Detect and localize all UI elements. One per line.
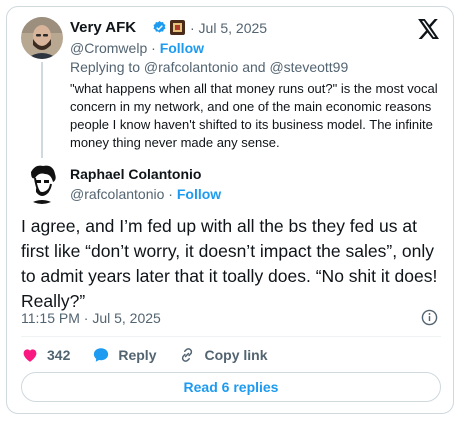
read-replies-button[interactable]: Read 6 replies bbox=[21, 372, 441, 402]
main-author-handle[interactable]: @rafcolantonio bbox=[70, 186, 164, 202]
separator-dot: · bbox=[168, 186, 177, 202]
avatar-raphael[interactable] bbox=[21, 162, 63, 204]
separator-dot: · bbox=[151, 40, 160, 56]
follow-button-quoted[interactable]: Follow bbox=[160, 40, 204, 56]
like-button[interactable]: 342 bbox=[21, 346, 70, 364]
avatar-very-afk[interactable] bbox=[21, 17, 63, 59]
main-post-text: I agree, and I’m fed up with all the bs … bbox=[21, 216, 438, 311]
copy-link-label: Copy link bbox=[204, 347, 268, 363]
replying-to[interactable]: Replying to @rafcolantonio and @steveott… bbox=[70, 59, 348, 75]
quoted-author-handle-row: @Cromwelp · Follow bbox=[70, 40, 204, 56]
follow-button-main[interactable]: Follow bbox=[177, 186, 221, 202]
reply-label: Reply bbox=[118, 347, 157, 363]
action-bar: 342 Reply Copy link bbox=[21, 345, 290, 365]
thread-line bbox=[41, 62, 43, 158]
reply-button[interactable]: Reply bbox=[92, 346, 156, 364]
post-timestamp[interactable]: 11:15 PM · Jul 5, 2025 bbox=[21, 310, 161, 326]
quoted-author-name[interactable]: Very AFK bbox=[70, 19, 136, 36]
quoted-post-text: "what happens when all that money runs o… bbox=[70, 81, 438, 150]
copy-link-button[interactable]: Copy link bbox=[178, 346, 268, 364]
x-logo-icon[interactable] bbox=[418, 19, 440, 39]
heart-icon bbox=[23, 349, 37, 362]
main-author-name[interactable]: Raphael Colantonio bbox=[70, 166, 201, 182]
link-icon bbox=[182, 348, 193, 362]
verified-badge-icon bbox=[152, 20, 167, 35]
main-author-handle-row: @rafcolantonio · Follow bbox=[70, 186, 221, 202]
quoted-author-handle[interactable]: @Cromwelp bbox=[70, 40, 147, 56]
info-icon[interactable] bbox=[421, 309, 438, 326]
quoted-post-date[interactable]: · Jul 5, 2025 bbox=[190, 20, 267, 36]
like-count: 342 bbox=[47, 347, 71, 363]
affiliate-badge-icon bbox=[170, 20, 185, 35]
divider bbox=[21, 336, 441, 337]
reply-bubble-icon bbox=[94, 348, 109, 362]
